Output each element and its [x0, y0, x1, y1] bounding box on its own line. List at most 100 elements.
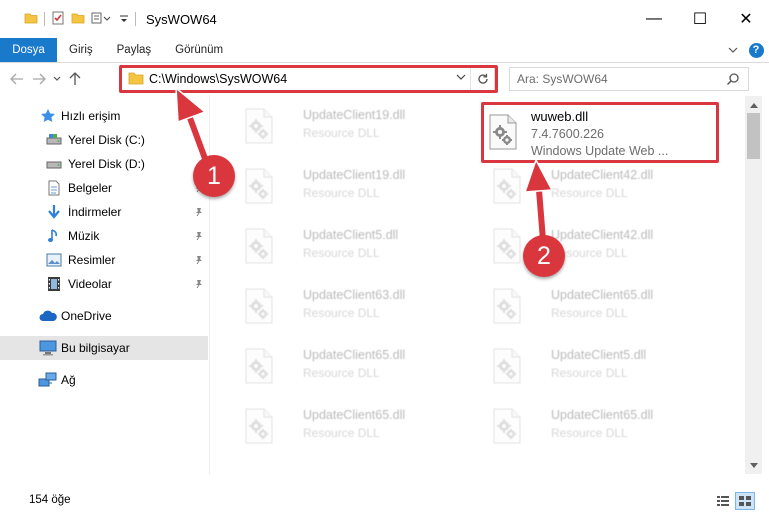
pane-divider[interactable] [209, 95, 210, 475]
pin-icon[interactable] [194, 278, 204, 292]
pin-icon[interactable] [194, 254, 204, 268]
toolbar-separator [44, 12, 45, 26]
file-name: UpdateClient65.dll [551, 408, 654, 422]
dll-file-icon [243, 288, 275, 324]
quick-access-toolbar [0, 0, 136, 38]
sidebar-item-this-pc[interactable]: Bu bilgisayar [0, 336, 208, 360]
file-type: Resource DLL [303, 366, 380, 380]
up-button[interactable] [64, 72, 86, 86]
sidebar-item-label: İndirmeler [68, 205, 122, 219]
minimize-button[interactable]: — [631, 0, 677, 38]
address-dropdown-button[interactable] [456, 72, 466, 84]
sidebar-item-label: Resimler [68, 253, 116, 267]
scroll-up-button[interactable] [745, 96, 762, 113]
close-icon: ✕ [739, 11, 753, 28]
pin-icon[interactable] [194, 230, 204, 244]
recent-locations-button[interactable] [50, 76, 64, 82]
sidebar-item-local-disk-d[interactable]: Yerel Disk (D:) [0, 152, 208, 176]
video-icon [46, 276, 62, 292]
item-count: 154 öğe [29, 494, 71, 506]
list-item[interactable]: UpdateClient65.dll Resource DLL [235, 398, 471, 454]
details-view-button[interactable] [713, 492, 733, 510]
scroll-thumb[interactable] [747, 113, 760, 159]
search-icon[interactable] [726, 72, 740, 89]
file-type: Resource DLL [303, 426, 380, 440]
file-list: UpdateClient19.dll Resource DLL UpdateCl… [215, 96, 745, 474]
chevron-up-icon [749, 102, 758, 108]
folder-icon[interactable] [24, 11, 38, 28]
dll-file-icon [243, 168, 275, 204]
refresh-button[interactable] [470, 68, 494, 90]
sidebar-item-label: OneDrive [61, 309, 112, 323]
customize-toolbar-icon[interactable] [91, 11, 113, 28]
sidebar-item-label: Ağ [61, 373, 76, 387]
drive-icon [46, 156, 62, 172]
new-folder-icon[interactable] [71, 11, 85, 28]
list-item[interactable]: UpdateClient42.dll Resource DLL [483, 158, 719, 214]
list-item[interactable]: UpdateClient19.dll Resource DLL [235, 98, 471, 154]
list-item[interactable]: UpdateClient65.dll Resource DLL [235, 338, 471, 394]
chevron-down-icon [456, 74, 466, 80]
file-name: UpdateClient19.dll [303, 108, 406, 122]
list-item-wuweb[interactable]: wuweb.dll 7.4.7600.226 Windows Update We… [483, 102, 717, 162]
dll-file-icon [491, 348, 523, 384]
window-title: SysWOW64 [146, 11, 217, 27]
list-item[interactable]: UpdateClient63.dll Resource DLL [235, 278, 471, 334]
sidebar-item-pictures[interactable]: Resimler [0, 248, 208, 272]
list-item[interactable]: UpdateClient65.dll Resource DLL [483, 398, 719, 454]
file-type: Resource DLL [303, 246, 380, 260]
sidebar-item-network[interactable]: Ağ [0, 368, 208, 392]
tab-home[interactable]: Giriş [57, 38, 105, 62]
file-type: Resource DLL [303, 186, 380, 200]
dll-file-icon [491, 228, 523, 264]
file-name: UpdateClient42.dll [551, 168, 654, 182]
dll-file-icon [491, 168, 523, 204]
file-description: Windows Update Web ... [531, 144, 669, 158]
vertical-scrollbar[interactable] [745, 96, 762, 474]
file-name: UpdateClient65.dll [303, 408, 406, 422]
dropdown-arrow-icon[interactable] [119, 11, 129, 28]
tab-view[interactable]: Görünüm [163, 38, 235, 62]
dll-file-icon [243, 348, 275, 384]
list-item[interactable]: UpdateClient42.dll Resource DLL [483, 218, 719, 274]
forward-button[interactable] [28, 73, 50, 85]
back-button[interactable] [6, 73, 28, 85]
sidebar-item-local-disk-c[interactable]: Yerel Disk (C:) [0, 128, 208, 152]
arrow-left-icon [10, 73, 23, 85]
search-placeholder: Ara: SysWOW64 [517, 72, 608, 86]
title-bar: SysWOW64 — ☐ ✕ [0, 0, 769, 38]
file-type: Resource DLL [551, 366, 628, 380]
pin-icon[interactable] [194, 206, 204, 220]
folder-icon [128, 71, 144, 88]
details-view-icon [717, 496, 729, 506]
arrow-up-icon [69, 72, 81, 85]
search-box[interactable]: Ara: SysWOW64 [509, 67, 749, 91]
dll-file-icon [487, 114, 519, 150]
sidebar-item-downloads[interactable]: İndirmeler [0, 200, 208, 224]
sidebar-item-onedrive[interactable]: OneDrive [0, 304, 208, 328]
chevron-down-icon [53, 76, 61, 81]
properties-icon[interactable] [51, 11, 65, 28]
ribbon-expand-button[interactable] [723, 38, 743, 62]
document-icon [46, 180, 62, 196]
close-button[interactable]: ✕ [723, 0, 769, 38]
file-name: UpdateClient42.dll [551, 228, 654, 242]
scroll-down-button[interactable] [745, 457, 762, 474]
sidebar-item-videos[interactable]: Videolar [0, 272, 208, 296]
sidebar-item-music[interactable]: Müzik [0, 224, 208, 248]
tab-share[interactable]: Paylaş [105, 38, 164, 62]
callout-badge-2: 2 [523, 235, 565, 277]
maximize-button[interactable]: ☐ [677, 0, 723, 38]
tab-file[interactable]: Dosya [0, 38, 57, 62]
list-item[interactable]: UpdateClient5.dll Resource DLL [235, 218, 471, 274]
sidebar-item-quick-access[interactable]: Hızlı erişim [0, 104, 208, 128]
address-bar[interactable]: C:\Windows\SysWOW64 [121, 67, 495, 91]
tiles-view-button[interactable] [735, 492, 755, 510]
list-item[interactable]: UpdateClient19.dll Resource DLL [235, 158, 471, 214]
file-name: UpdateClient5.dll [303, 228, 399, 242]
list-item[interactable]: UpdateClient65.dll Resource DLL [483, 278, 719, 334]
help-button[interactable]: ? [743, 38, 769, 62]
list-item[interactable]: UpdateClient5.dll Resource DLL [483, 338, 719, 394]
sidebar-item-documents[interactable]: Belgeler [0, 176, 208, 200]
file-type: Resource DLL [551, 186, 628, 200]
